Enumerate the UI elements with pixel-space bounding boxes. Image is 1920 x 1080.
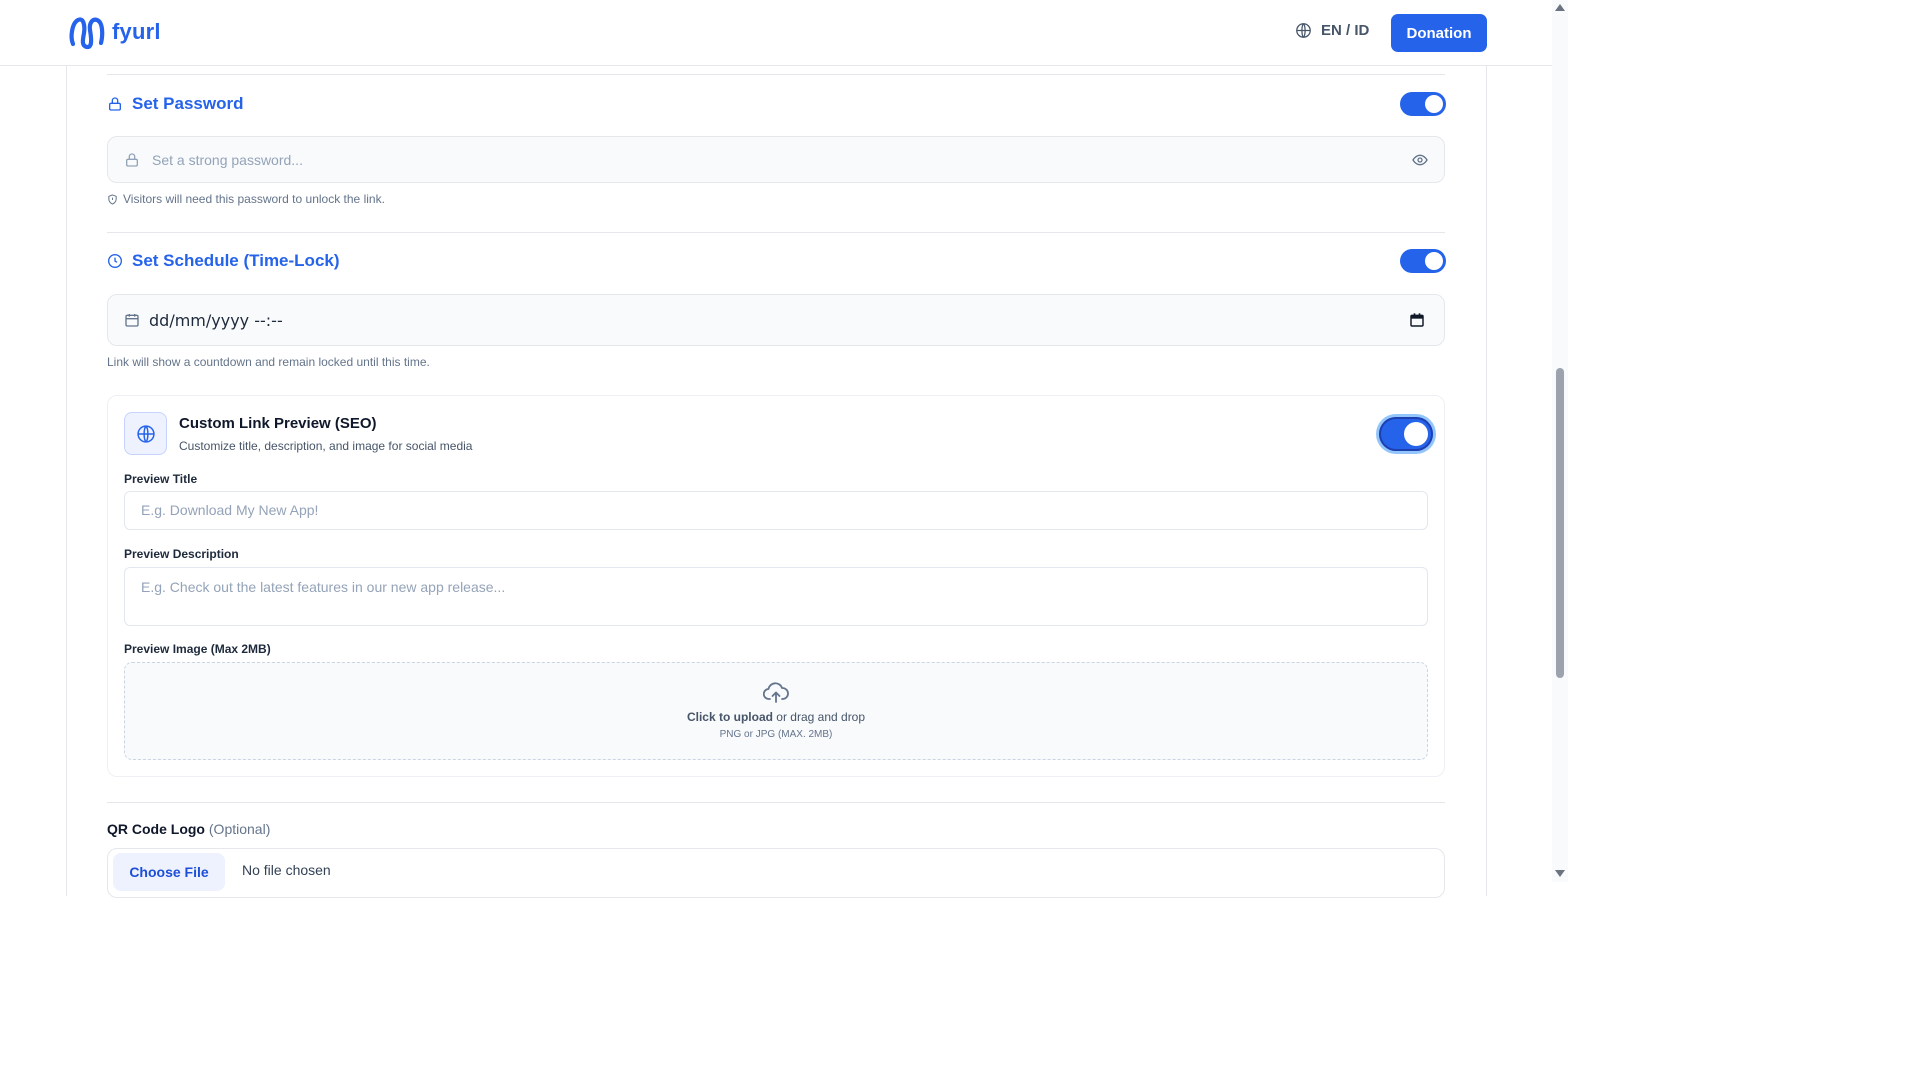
toggle-knob <box>1425 95 1443 113</box>
qr-optional-text: (Optional) <box>208 821 271 837</box>
schedule-hint: Link will show a countdown and remain lo… <box>107 355 430 369</box>
drag-drop-text: or drag and drop <box>772 710 866 724</box>
scrollbar-thumb[interactable] <box>1556 368 1564 678</box>
qr-logo-label: QR Code Logo (Optional) <box>107 821 270 837</box>
preview-title-label: Preview Title <box>124 472 198 486</box>
scroll-up-arrow-icon[interactable] <box>1555 4 1565 11</box>
schedule-toggle[interactable] <box>1400 249 1446 273</box>
seo-toggle[interactable] <box>1379 417 1433 451</box>
preview-image-label: Preview Image (Max 2MB) <box>124 642 271 656</box>
globe-icon <box>1296 23 1311 38</box>
cloud-upload-icon <box>763 682 789 703</box>
donation-button[interactable]: Donation <box>1391 14 1487 52</box>
preview-title-input[interactable]: E.g. Download My New App! <box>124 491 1428 530</box>
file-status: No file chosen <box>242 862 331 878</box>
calendar-picker-icon[interactable] <box>1409 312 1425 328</box>
preview-description-label: Preview Description <box>124 547 239 561</box>
preview-description-textarea[interactable]: E.g. Check out the latest features in ou… <box>124 567 1428 626</box>
lock-icon <box>109 97 121 111</box>
preview-image-dropzone[interactable]: Click to upload or drag and drop PNG or … <box>124 662 1428 760</box>
eye-icon[interactable] <box>1412 152 1428 168</box>
password-toggle[interactable] <box>1400 92 1446 116</box>
password-placeholder: Set a strong password... <box>152 151 303 168</box>
divider <box>107 802 1445 803</box>
brand-name: fyurl <box>112 18 161 44</box>
brand-logo[interactable]: fyurl <box>68 15 161 51</box>
top-navbar: fyurl EN / ID Donation <box>0 0 1552 66</box>
dropzone-text: Click to upload or drag and drop <box>687 710 865 724</box>
scroll-down-arrow-icon[interactable] <box>1555 870 1565 877</box>
seo-subtitle: Customize title, description, and image … <box>179 439 473 453</box>
schedule-value: dd/mm/yyyy --:-- <box>149 310 283 330</box>
divider <box>107 232 1445 233</box>
calendar-icon <box>125 314 139 327</box>
fyurl-logo-icon <box>69 17 105 50</box>
password-hint: Visitors will need this password to unlo… <box>107 192 385 206</box>
shield-icon <box>108 193 117 205</box>
password-hint-text: Visitors will need this password to unlo… <box>123 192 385 206</box>
clock-icon <box>108 254 122 268</box>
qr-logo-label-text: QR Code Logo <box>107 821 205 837</box>
toggle-knob <box>1425 252 1443 270</box>
click-to-upload-text: Click to upload <box>686 710 773 724</box>
password-title: Set Password <box>132 94 244 113</box>
password-input[interactable]: Set a strong password... <box>107 136 1445 183</box>
seo-icon-badge <box>124 412 167 455</box>
dropzone-formats: PNG or JPG (MAX. 2MB) <box>719 729 833 740</box>
schedule-datetime-input[interactable]: dd/mm/yyyy --:-- <box>107 294 1445 346</box>
choose-file-button[interactable]: Choose File <box>113 853 225 891</box>
globe-icon <box>136 424 155 443</box>
lock-icon <box>126 152 138 167</box>
password-section-title: Set Password <box>107 94 244 114</box>
language-label: EN / ID <box>1321 22 1370 39</box>
language-switcher[interactable]: EN / ID <box>1295 22 1369 39</box>
schedule-title: Set Schedule (Time-Lock) <box>132 251 340 270</box>
divider <box>107 74 1445 75</box>
toggle-knob <box>1404 422 1428 446</box>
seo-title: Custom Link Preview (SEO) <box>179 415 377 432</box>
schedule-section-title: Set Schedule (Time-Lock) <box>107 251 340 271</box>
